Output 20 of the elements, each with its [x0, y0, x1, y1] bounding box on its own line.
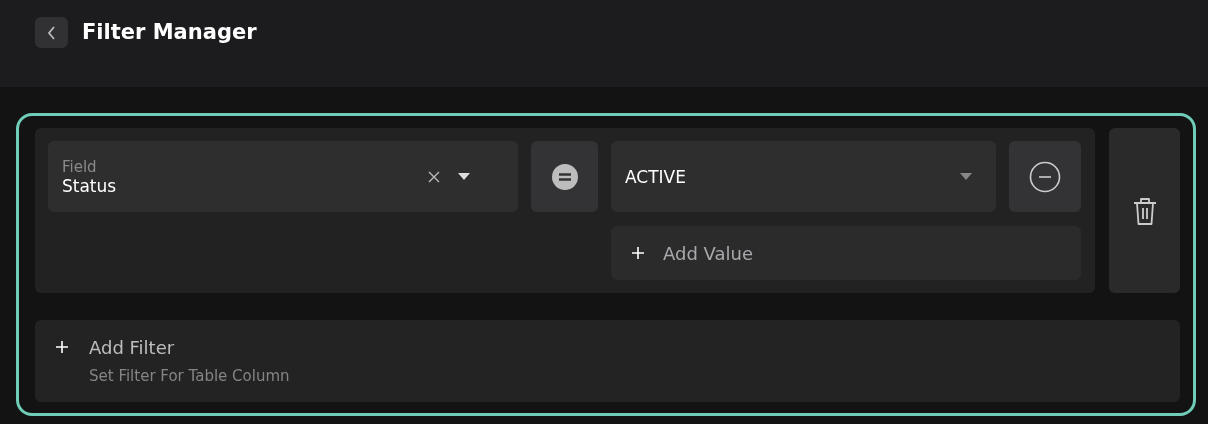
- trash-icon: [1131, 195, 1158, 226]
- add-filter-hint: Set Filter For Table Column: [89, 367, 290, 386]
- field-value: Status: [62, 175, 118, 196]
- clear-icon[interactable]: [428, 170, 440, 183]
- add-value-button[interactable]: Add Value: [611, 226, 1081, 280]
- minus-circle-icon: [1029, 160, 1061, 193]
- equals-icon: [551, 163, 578, 190]
- plus-icon: [631, 246, 645, 260]
- page-title: Filter Manager: [82, 19, 257, 46]
- add-filter-label: Add Filter: [89, 336, 176, 358]
- value-select[interactable]: ACTIVE: [611, 141, 996, 212]
- field-select[interactable]: Field Status: [48, 141, 518, 212]
- back-icon: [46, 25, 57, 40]
- remove-value-button[interactable]: [1009, 141, 1081, 212]
- plus-icon: [55, 340, 69, 355]
- field-label: Field: [62, 157, 98, 176]
- add-filter-card[interactable]: Add Filter Set Filter For Table Column: [35, 320, 1180, 402]
- back-button[interactable]: [35, 17, 68, 48]
- caret-icon[interactable]: [458, 173, 470, 180]
- equals-button[interactable]: [531, 141, 598, 212]
